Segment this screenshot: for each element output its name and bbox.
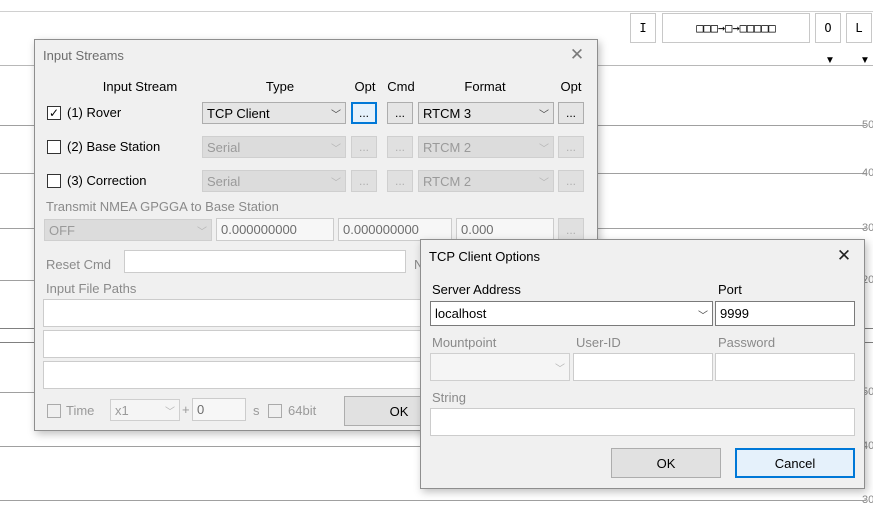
dialog-title: TCP Client Options [429,249,541,264]
correction-cmd-button[interactable]: ... [387,170,413,192]
chevron-down-icon: ﹀ [555,364,565,375]
mountpoint-label: Mountpoint [432,335,497,350]
base-station-opt2-button[interactable]: ... [558,136,584,158]
input-file-path-3[interactable] [43,361,421,389]
correction-checkbox[interactable] [47,174,61,188]
time-speed-select[interactable]: x1 ﹀ [110,399,180,421]
rover-opt-button[interactable]: ... [351,102,377,124]
base-station-type-select[interactable]: Serial ﹀ [202,136,346,158]
chevron-down-icon: ﹀ [539,178,549,189]
64bit-label: 64bit [288,403,317,418]
mountpoint-select[interactable]: ﹀ [430,353,570,381]
axis-tick-label: 50 [862,119,873,131]
plot-gridline [0,500,866,501]
correction-format-select[interactable]: RTCM 2 ﹀ [418,170,554,192]
userid-label: User-ID [576,335,621,350]
server-address-select[interactable]: localhost ﹀ [430,301,713,326]
chevron-down-icon: ﹀ [165,407,175,418]
time-label: Time [66,403,95,418]
port-label: Port [718,282,742,297]
nmea-latitude-field[interactable]: 0.000000000 [216,218,334,241]
nmea-height-field[interactable]: 0.000 [456,218,554,241]
dialog-title: Input Streams [43,48,124,63]
header-cmd: Cmd [387,79,415,94]
password-field[interactable] [715,353,855,381]
64bit-checkbox[interactable] [268,404,282,418]
base-station-checkbox[interactable] [47,140,61,154]
rover-label: (1) Rover [67,105,122,120]
base-station-opt-button[interactable]: ... [351,136,377,158]
header-opt2: Opt [560,79,582,94]
chevron-down-icon: ﹀ [197,227,207,238]
correction-opt2-button[interactable]: ... [558,170,584,192]
port-field[interactable]: 9999 [715,301,855,326]
chevron-down-icon: ﹀ [539,144,549,155]
time-checkbox[interactable] [47,404,61,418]
header-opt: Opt [354,79,376,94]
header-format: Format [464,79,506,94]
time-plus-label: + [182,402,190,417]
time-offset-field[interactable]: 0 [192,398,246,421]
server-address-label: Server Address [432,282,521,297]
reset-cmd-label: Reset Cmd [46,257,112,272]
correction-opt-button[interactable]: ... [351,170,377,192]
base-station-cmd-button[interactable]: ... [387,136,413,158]
input-file-path-1[interactable] [43,299,421,327]
rover-type-select[interactable]: TCP Client ﹀ [202,102,346,124]
header-input-stream: Input Stream [102,79,178,94]
password-label: Password [718,335,776,350]
correction-label: (3) Correction [67,173,147,188]
chevron-down-icon: ﹀ [331,144,341,155]
rover-format-select[interactable]: RTCM 3 ﹀ [418,102,554,124]
nmea-longitude-field[interactable]: 0.000000000 [338,218,452,241]
tcp-cancel-button[interactable]: Cancel [735,448,855,478]
toolbar-button-log[interactable]: L [846,13,872,43]
chevron-down-icon: ﹀ [698,311,708,322]
base-station-label: (2) Base Station [67,139,161,154]
axis-tick-label: 30 [862,494,873,506]
input-file-paths-label: Input File Paths [46,281,137,296]
nmea-label: Transmit NMEA GPGGA to Base Station [46,199,279,214]
string-label: String [432,390,466,405]
reset-cmd-field[interactable] [124,250,406,273]
chevron-down-icon: ﹀ [331,110,341,121]
userid-field[interactable] [573,353,713,381]
time-unit-label: s [253,403,260,418]
base-station-format-select[interactable]: RTCM 2 ﹀ [418,136,554,158]
toolbar-button-input[interactable]: I [630,13,656,43]
axis-tick-label: 40 [862,167,873,179]
nmea-position-button[interactable]: ... [558,218,584,241]
string-field[interactable] [430,408,855,436]
close-icon[interactable]: ✕ [827,243,861,269]
toolbar-button-stream-path[interactable]: □□□→□→□□□□□ [662,13,810,43]
close-icon[interactable]: ✕ [560,42,594,68]
rover-cmd-button[interactable]: ... [387,102,413,124]
toolbar-button-output[interactable]: O [815,13,841,43]
rover-checkbox[interactable]: ✓ [47,106,61,120]
tcp-client-options-dialog: TCP Client Options ✕ Server Address Port… [420,239,865,489]
chevron-down-icon: ﹀ [539,110,549,121]
top-rule [0,11,873,12]
correction-type-select[interactable]: Serial ﹀ [202,170,346,192]
header-type: Type [265,79,295,94]
check-icon: ✓ [48,106,60,120]
chevron-down-icon[interactable]: ▼ [825,55,835,66]
axis-tick-label: 30 [862,222,873,234]
nmea-mode-select[interactable]: OFF ﹀ [44,219,212,241]
chevron-down-icon[interactable]: ▼ [860,55,870,66]
rover-opt2-button[interactable]: ... [558,102,584,124]
input-file-path-2[interactable] [43,330,421,358]
chevron-down-icon: ﹀ [331,178,341,189]
tcp-ok-button[interactable]: OK [611,448,721,478]
